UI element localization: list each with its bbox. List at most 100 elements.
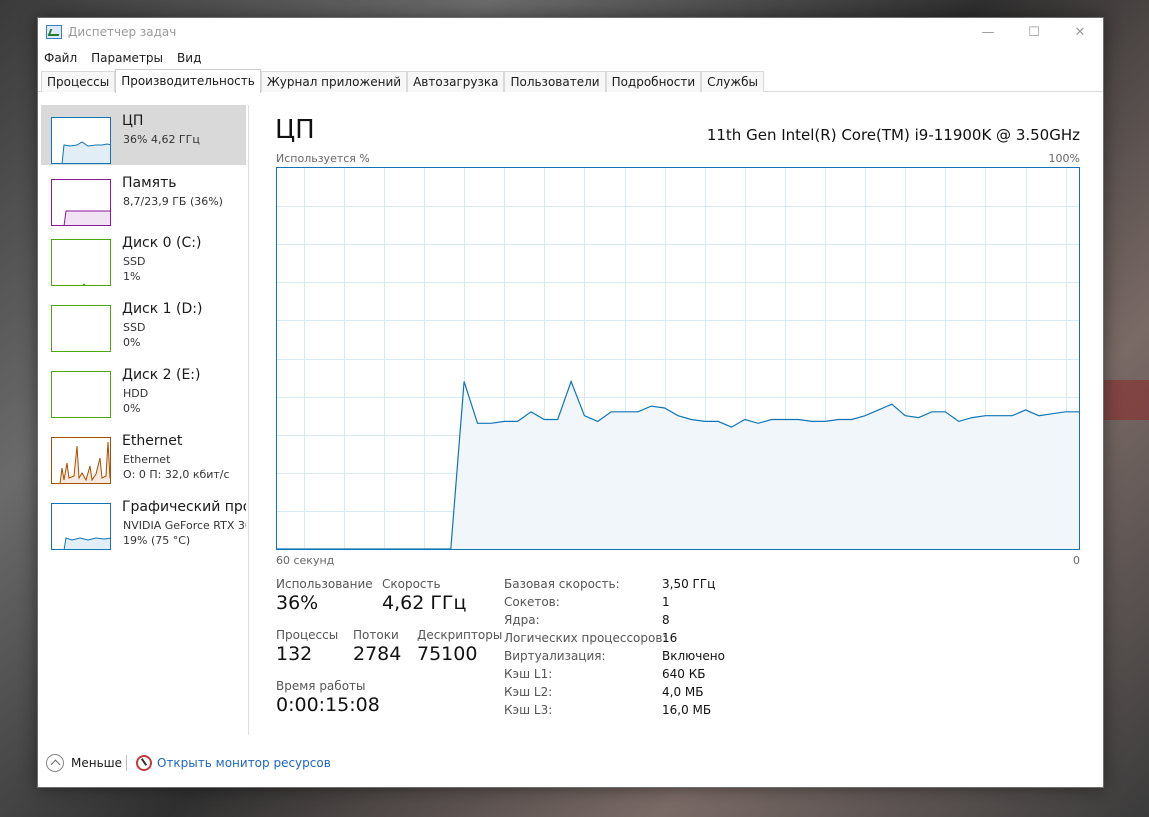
handles-label: Дескрипторы [417, 628, 503, 642]
cpu-usage-chart [277, 168, 1079, 550]
detail-key: Сокетов: [504, 595, 560, 609]
detail-value: 1 [662, 595, 670, 609]
graph-x-end-label: 0 [1073, 554, 1080, 567]
sidebar-item-label: Диск 2 (E:) [122, 367, 201, 383]
sidebar-item-detail: 36% 4,62 ГГц [123, 133, 200, 146]
detail-key: Виртуализация: [504, 649, 606, 663]
sidebar-item-detail: SSD [123, 321, 146, 334]
tab-strip: Процессы Производительность Журнал прило… [38, 69, 1103, 93]
processes-label: Процессы [276, 628, 339, 642]
footer-divider [126, 755, 127, 771]
tab-app-history[interactable]: Журнал приложений [260, 71, 408, 92]
title-bar[interactable]: Диспетчер задач — ☐ ✕ [38, 18, 1103, 47]
threads-value: 2784 [353, 643, 402, 665]
task-manager-icon [46, 25, 62, 39]
sidebar-item-detail: Ethernet [123, 453, 171, 466]
sidebar-item-disk-2[interactable]: Диск 2 (E:) HDD 0% [41, 359, 246, 419]
detail-value: 640 КБ [662, 667, 706, 681]
disk-graph-icon [51, 371, 111, 418]
sidebar-item-label: Ethernet [122, 433, 183, 449]
sidebar-item-label: Память [122, 175, 177, 191]
detail-value: 16,0 МБ [662, 703, 712, 717]
task-manager-window: Диспетчер задач — ☐ ✕ Файл Параметры Вид… [37, 17, 1104, 788]
tab-details[interactable]: Подробности [605, 71, 702, 92]
sidebar-item-detail: 8,7/23,9 ГБ (36%) [123, 195, 223, 208]
sidebar-item-ethernet[interactable]: Ethernet Ethernet О: 0 П: 32,0 кбит/с [41, 425, 246, 485]
sidebar-item-value: 19% (75 °C) [123, 534, 191, 547]
sidebar-item-label: Диск 1 (D:) [122, 301, 203, 317]
detail-value: 3,50 ГГц [662, 577, 716, 591]
handles-value: 75100 [417, 643, 478, 665]
menu-view[interactable]: Вид [177, 51, 201, 65]
performance-content: ЦП 36% 4,62 ГГц Память 8,7/23,9 ГБ (36%)… [38, 93, 1103, 738]
tab-performance[interactable]: Производительность [115, 69, 261, 93]
uptime-value: 0:00:15:08 [276, 694, 380, 716]
sidebar-item-detail: HDD [123, 387, 149, 400]
detail-key: Кэш L2: [504, 685, 553, 699]
sidebar-item-label: Диск 0 (C:) [122, 235, 202, 251]
sidebar-divider[interactable] [248, 105, 249, 735]
detail-key: Ядра: [504, 613, 540, 627]
uptime-label: Время работы [276, 679, 366, 693]
sidebar-item-gpu[interactable]: Графический процессор NVIDIA GeForce RTX… [41, 491, 246, 551]
usage-value: 36% [276, 592, 319, 614]
disk-graph-icon [51, 305, 111, 352]
memory-graph-icon [51, 179, 111, 226]
speed-value: 4,62 ГГц [382, 592, 467, 614]
sidebar-item-cpu[interactable]: ЦП 36% 4,62 ГГц [41, 105, 246, 165]
sidebar-item-value: 0% [123, 336, 141, 349]
resource-sidebar: ЦП 36% 4,62 ГГц Память 8,7/23,9 ГБ (36%)… [41, 105, 246, 735]
wallpaper [1101, 380, 1149, 420]
sidebar-item-label: ЦП [122, 113, 144, 129]
window-title: Диспетчер задач [68, 25, 177, 39]
tab-startup[interactable]: Автозагрузка [407, 71, 505, 92]
cpu-detail-panel: ЦП 11th Gen Intel(R) Core(TM) i9-11900K … [275, 93, 1080, 738]
thumbnail-area [64, 538, 110, 549]
minimize-button[interactable]: — [965, 18, 1011, 47]
sidebar-item-disk-0[interactable]: Диск 0 (C:) SSD 1% [41, 227, 246, 287]
graph-x-label: 60 секунд [276, 554, 335, 567]
menu-bar: Файл Параметры Вид [38, 47, 1103, 69]
sidebar-item-value: О: 0 П: 32,0 кбит/с [123, 468, 230, 481]
tab-users[interactable]: Пользователи [504, 71, 606, 92]
graph-y-label: Используется % [276, 152, 370, 165]
thumbnail-line [82, 283, 86, 285]
detail-value: Включено [662, 649, 725, 663]
detail-value: 16 [662, 631, 678, 645]
cpu-usage-graph [276, 167, 1080, 550]
page-title: ЦП [275, 115, 315, 145]
speed-label: Скорость [382, 577, 441, 591]
sidebar-item-disk-1[interactable]: Диск 1 (D:) SSD 0% [41, 293, 246, 353]
resource-monitor-icon[interactable] [136, 755, 152, 771]
disk-graph-icon [51, 239, 111, 286]
open-resource-monitor-link[interactable]: Открыть монитор ресурсов [157, 756, 331, 770]
sidebar-item-memory[interactable]: Память 8,7/23,9 ГБ (36%) [41, 167, 246, 227]
sidebar-item-detail: SSD [123, 255, 146, 268]
menu-file[interactable]: Файл [44, 51, 77, 65]
chevron-up-icon[interactable] [46, 754, 64, 772]
menu-options[interactable]: Параметры [91, 51, 163, 65]
fewer-details-button[interactable]: Меньше [71, 756, 122, 770]
sidebar-item-value: 1% [123, 270, 141, 283]
sidebar-item-value: 0% [123, 402, 141, 415]
detail-key: Базовая скорость: [504, 577, 620, 591]
sidebar-item-detail: NVIDIA GeForce RTX 3060 [123, 519, 246, 532]
tab-services[interactable]: Службы [701, 71, 765, 92]
tab-processes[interactable]: Процессы [41, 71, 116, 92]
cpu-usage-area [277, 381, 1079, 549]
detail-value: 4,0 МБ [662, 685, 704, 699]
close-button[interactable]: ✕ [1057, 18, 1103, 47]
detail-key: Кэш L3: [504, 703, 553, 717]
detail-key: Кэш L1: [504, 667, 553, 681]
usage-label: Использование [276, 577, 373, 591]
gpu-graph-icon [51, 503, 111, 550]
footer-bar: Меньше Открыть монитор ресурсов [38, 751, 1103, 779]
cpu-graph-icon [51, 117, 111, 164]
detail-value: 8 [662, 613, 670, 627]
thumbnail-area [83, 284, 85, 285]
threads-label: Потоки [353, 628, 399, 642]
graph-y-max-label: 100% [1048, 152, 1080, 165]
network-graph-icon [51, 437, 111, 484]
cpu-model-name: 11th Gen Intel(R) Core(TM) i9-11900K @ 3… [706, 126, 1080, 144]
maximize-button[interactable]: ☐ [1011, 18, 1057, 47]
